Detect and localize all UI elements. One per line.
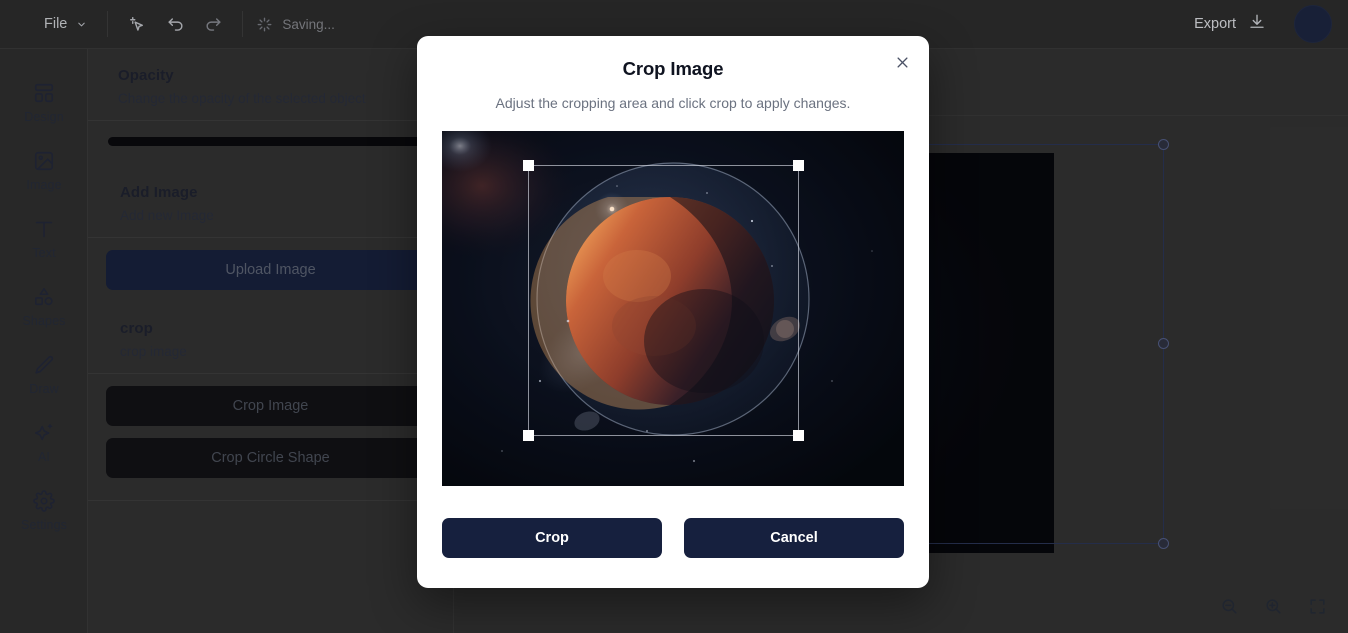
close-icon[interactable]	[889, 49, 915, 75]
crop-handle-bottom-right[interactable]	[793, 430, 804, 441]
crop-handle-top-right[interactable]	[793, 160, 804, 171]
modal-actions: Crop Cancel	[442, 518, 904, 558]
app-root: File Saving... Export Design Image Text …	[0, 0, 1348, 633]
crop-selection-rect[interactable]	[523, 160, 804, 441]
crop-button[interactable]: Crop	[442, 518, 662, 558]
crop-handle-top-left[interactable]	[523, 160, 534, 171]
crop-image-modal: Crop Image Adjust the cropping area and …	[417, 36, 929, 588]
cancel-button[interactable]: Cancel	[684, 518, 904, 558]
modal-subtitle: Adjust the cropping area and click crop …	[495, 95, 851, 111]
crop-preview-stage[interactable]	[442, 131, 904, 486]
crop-handle-bottom-left[interactable]	[523, 430, 534, 441]
modal-title: Crop Image	[622, 58, 724, 79]
